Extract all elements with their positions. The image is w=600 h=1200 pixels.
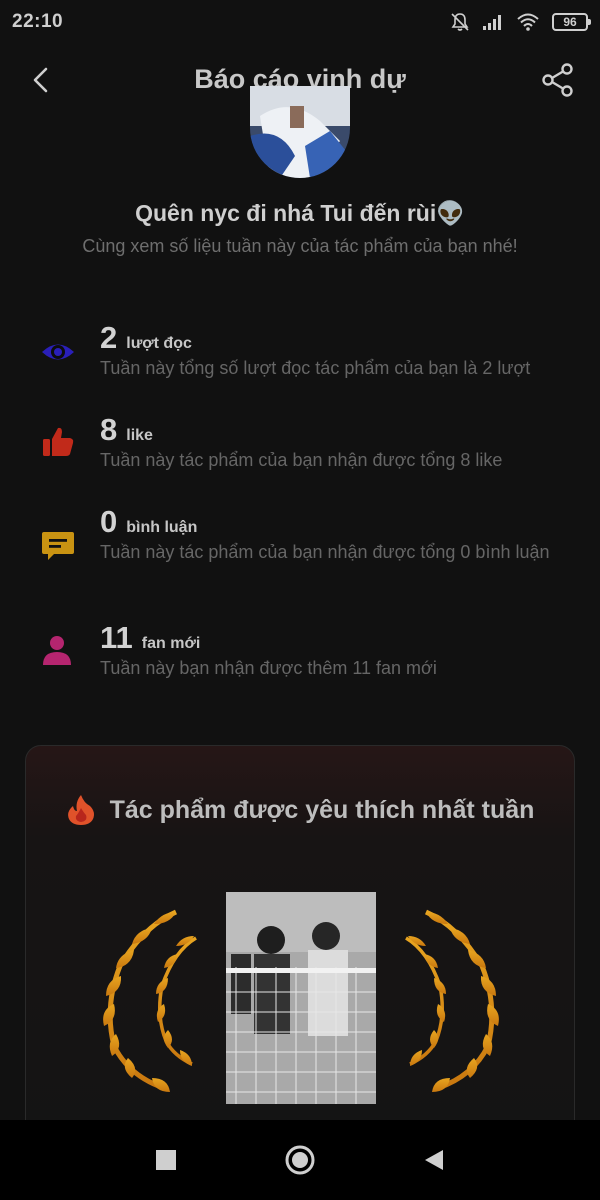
person-icon — [43, 636, 71, 665]
work-avatar — [250, 86, 350, 178]
stat-value: 0 — [100, 504, 118, 539]
stat-value: 8 — [100, 412, 118, 447]
laurel-right-icon — [405, 909, 499, 1092]
recent-apps-button[interactable] — [149, 1143, 183, 1177]
signal-icon — [483, 15, 501, 30]
battery-indicator: 96 — [552, 13, 591, 31]
square-icon — [156, 1150, 176, 1170]
stat-description: Tuần này tác phẩm của bạn nhận được tổng… — [100, 542, 550, 562]
laurel-left-icon — [103, 909, 197, 1092]
flame-icon — [67, 795, 94, 825]
home-button[interactable] — [283, 1143, 317, 1177]
thumbs-up-icon — [43, 427, 74, 456]
system-nav-bar — [0, 1120, 600, 1200]
comment-icon — [42, 532, 74, 560]
stat-unit: lượt đọc — [126, 335, 192, 352]
triangle-back-icon — [425, 1150, 443, 1170]
card-title: Tác phẩm được yêu thích nhất tuần — [109, 795, 535, 824]
stat-text: 8 like Tuần này tác phẩm của bạn nhận đư… — [100, 412, 570, 472]
eye-icon — [42, 344, 74, 360]
card-title-row: Tác phẩm được yêu thích nhất tuần — [26, 794, 574, 826]
share-icon[interactable] — [540, 62, 576, 98]
favorite-work-card: Tác phẩm được yêu thích nhất tuần — [25, 745, 575, 1165]
work-subtitle: Cùng xem số liệu tuần này của tác phẩm c… — [82, 236, 518, 256]
stat-unit: like — [126, 427, 153, 444]
stat-description: Tuần này tổng số lượt đọc tác phẩm của b… — [100, 358, 531, 378]
bell-muted-icon — [451, 13, 469, 31]
stat-unit: fan mới — [141, 635, 201, 652]
stat-description: Tuần này bạn nhận được thêm 11 fan mới — [100, 658, 437, 678]
battery-level: 96 — [563, 15, 577, 29]
circle-home-icon — [285, 1145, 315, 1175]
stat-value: 2 — [100, 320, 118, 355]
stat-text: 2 lượt đọc Tuần này tổng số lượt đọc tác… — [100, 320, 570, 380]
stat-unit: bình luận — [126, 519, 198, 536]
work-title: Quên nyc đi nhá Tui đến rùi👽 — [135, 200, 465, 226]
stat-text: 0 bình luận Tuần này tác phẩm của bạn nh… — [100, 504, 570, 564]
stat-text: 11 fan mới Tuần này bạn nhận được thêm 1… — [100, 620, 570, 680]
status-time: 22:10 — [12, 11, 64, 32]
back-button[interactable] — [417, 1143, 451, 1177]
cover-photo — [226, 892, 376, 1104]
status-icons: 96 — [450, 12, 591, 32]
status-bar: 22:10 96 — [0, 0, 600, 44]
wifi-icon — [517, 13, 539, 31]
stat-description: Tuần này tác phẩm của bạn nhận được tổng… — [100, 450, 503, 470]
avatar-image — [250, 86, 350, 178]
work-cover-image[interactable] — [226, 892, 376, 1104]
stat-value: 11 — [100, 620, 133, 655]
